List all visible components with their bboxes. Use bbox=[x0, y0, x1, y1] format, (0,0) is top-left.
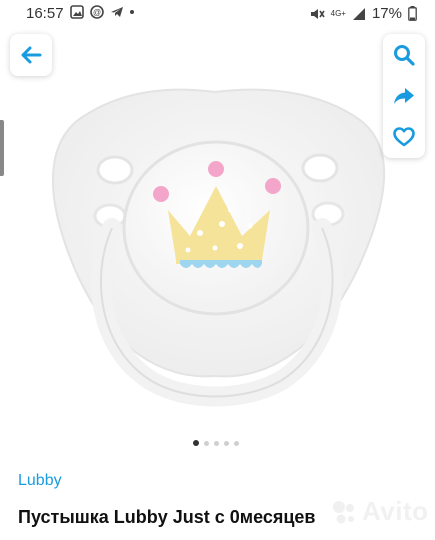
status-right: 4G+ 17% bbox=[309, 5, 417, 22]
action-panel bbox=[383, 34, 425, 158]
scroll-indicator bbox=[0, 120, 4, 176]
avito-watermark: Avito bbox=[330, 496, 429, 527]
signal-icon bbox=[352, 7, 365, 20]
gallery-icon bbox=[70, 5, 84, 19]
battery-percent: 17% bbox=[371, 5, 402, 22]
favorite-button[interactable] bbox=[383, 116, 425, 157]
pager-dot[interactable] bbox=[204, 440, 209, 446]
pager-dot[interactable] bbox=[224, 440, 229, 446]
pacifier-image bbox=[51, 88, 386, 407]
telegram-icon bbox=[111, 7, 123, 17]
heart-icon bbox=[393, 126, 415, 146]
svg-text:@: @ bbox=[93, 8, 101, 17]
status-time: 16:57 bbox=[26, 5, 64, 22]
mail-icon: @ bbox=[90, 5, 104, 19]
notification-icons: @ bbox=[70, 5, 134, 19]
back-button[interactable] bbox=[10, 34, 52, 76]
pager-dot[interactable] bbox=[214, 440, 219, 446]
battery-icon bbox=[408, 6, 417, 21]
avito-logo-icon bbox=[333, 500, 354, 523]
mute-icon bbox=[310, 8, 325, 19]
arrow-left-icon bbox=[21, 46, 42, 64]
image-pager[interactable] bbox=[193, 440, 239, 446]
more-notifications-dot-icon bbox=[130, 10, 134, 14]
pager-dot[interactable] bbox=[193, 440, 199, 446]
brand-link[interactable]: Lubby bbox=[18, 472, 62, 490]
search-button[interactable] bbox=[383, 34, 425, 75]
share-button[interactable] bbox=[383, 75, 425, 116]
share-icon bbox=[394, 87, 414, 104]
pager-dot[interactable] bbox=[234, 440, 239, 446]
product-image-gallery[interactable] bbox=[0, 28, 435, 456]
network-type: 4G+ bbox=[330, 8, 346, 18]
product-title: Пустышка Lubby Just с 0месяцев bbox=[18, 507, 316, 527]
search-icon bbox=[394, 44, 415, 66]
watermark-text: Avito bbox=[362, 496, 429, 526]
status-bar: 16:57 @ 4G+ 17% bbox=[0, 0, 435, 28]
